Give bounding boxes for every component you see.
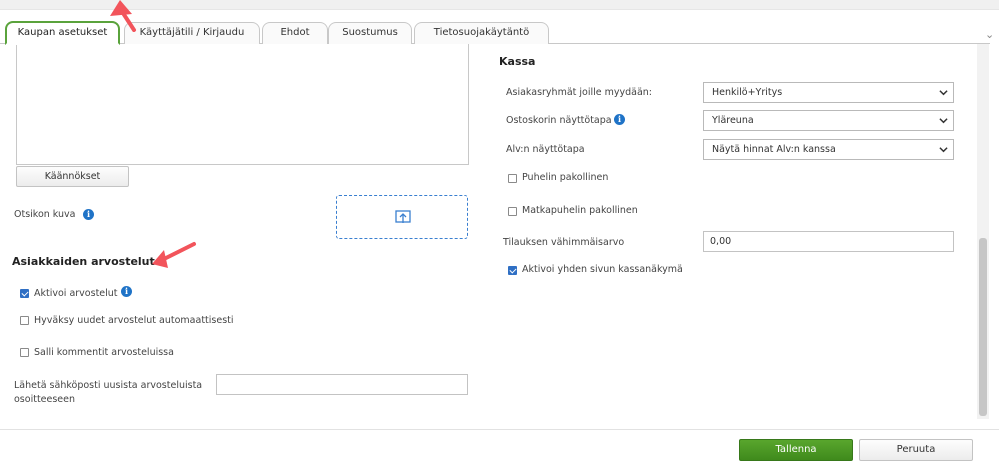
vat-display-value: Näytä hinnat Alv:n kanssa (712, 144, 836, 155)
tab-terms[interactable]: Ehdot (262, 22, 328, 44)
description-textarea[interactable] (16, 44, 469, 165)
footer-divider (0, 429, 999, 430)
vat-display-label: Alv:n näyttötapa (506, 144, 585, 155)
tab-store-settings[interactable]: Kaupan asetukset (5, 21, 120, 45)
auto-approve-label: Hyväksy uudet arvostelut automaattisesti (34, 315, 234, 326)
enable-reviews-label: Aktivoi arvostelut (34, 288, 118, 299)
cart-display-value: Yläreuna (712, 115, 754, 126)
chevron-down-icon (939, 118, 948, 124)
translations-button[interactable]: Käännökset (16, 166, 129, 187)
min-order-label: Tilauksen vähimmäisarvo (503, 237, 625, 248)
customer-groups-select[interactable]: Henkilö+Yritys (703, 82, 954, 103)
allow-comments-checkbox[interactable] (20, 348, 29, 357)
info-icon[interactable]: i (83, 209, 94, 220)
auto-approve-checkbox[interactable] (20, 316, 29, 325)
enable-reviews-checkbox[interactable] (20, 289, 29, 298)
customer-groups-value: Henkilö+Yritys (712, 87, 783, 98)
chevron-down-icon[interactable]: ⌄ (985, 28, 994, 41)
email-label-line2: osoitteeseen (14, 394, 76, 405)
info-icon[interactable]: i (614, 114, 625, 125)
review-email-input[interactable] (216, 374, 468, 395)
tab-consent[interactable]: Suostumus (328, 22, 412, 44)
cart-display-label: Ostoskorin näyttötapa (506, 115, 612, 126)
title-image-label: Otsikon kuva (14, 209, 76, 220)
title-image-upload[interactable] (336, 195, 468, 239)
cancel-button[interactable]: Peruuta (859, 439, 973, 461)
chevron-down-icon (939, 90, 948, 96)
reviews-heading: Asiakkaiden arvostelut (12, 255, 155, 268)
save-button[interactable]: Tallenna (739, 439, 853, 461)
annotation-arrow-icon (152, 242, 196, 268)
phone-required-label: Puhelin pakollinen (522, 172, 609, 183)
mobile-required-checkbox[interactable] (508, 207, 517, 216)
customer-groups-label: Asiakasryhmät joille myydään: (506, 87, 653, 98)
checkout-heading: Kassa (499, 55, 536, 68)
phone-required-checkbox[interactable] (508, 174, 517, 183)
scrollbar-thumb[interactable] (979, 238, 987, 416)
allow-comments-label: Salli kommentit arvosteluissa (34, 347, 174, 358)
upload-icon (395, 210, 411, 223)
cart-display-select[interactable]: Yläreuna (703, 110, 954, 131)
tab-user-account[interactable]: Käyttäjätili / Kirjaudu (124, 22, 260, 44)
tab-privacy-policy[interactable]: Tietosuojakäytäntö (414, 22, 549, 44)
vat-display-select[interactable]: Näytä hinnat Alv:n kanssa (703, 139, 954, 160)
min-order-input[interactable]: 0,00 (703, 231, 954, 252)
top-strip (0, 0, 999, 10)
one-page-checkout-checkbox[interactable] (508, 266, 517, 275)
chevron-down-icon (939, 147, 948, 153)
one-page-checkout-label: Aktivoi yhden sivun kassanäkymä (522, 264, 683, 275)
email-label: Lähetä sähköposti uusista arvosteluista (14, 380, 203, 391)
mobile-required-label: Matkapuhelin pakollinen (522, 205, 638, 216)
info-icon[interactable]: i (121, 286, 132, 297)
